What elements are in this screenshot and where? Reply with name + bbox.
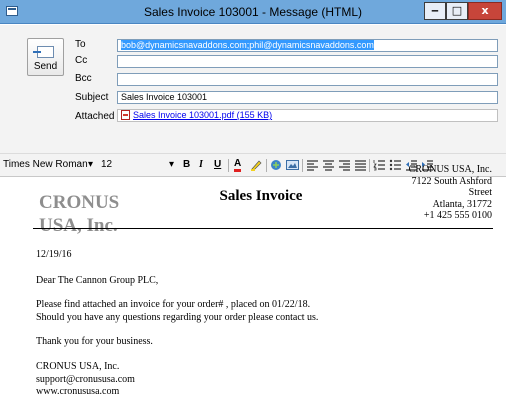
title-bar: Sales Invoice 103001 - Message (HTML) ‒ … [0, 0, 506, 24]
message-body[interactable]: CRONUS USA, Inc. Sales Invoice CRONUS US… [1, 164, 505, 400]
logo-line-2: USA, Inc. [39, 215, 118, 236]
toolbar-separator [228, 159, 229, 172]
invoice-title: Sales Invoice [219, 188, 303, 204]
company-address: CRONUS USA, Inc. 7122 South Ashford Stre… [332, 164, 492, 222]
signature-email: support@cronususa.com [36, 374, 135, 385]
greeting: Dear The Cannon Group PLC, [36, 275, 159, 286]
bcc-field[interactable] [117, 73, 498, 86]
address-line: +1 425 555 0100 [423, 210, 492, 221]
font-size-select[interactable]: 12 [101, 159, 112, 170]
hyperlink-icon[interactable] [270, 159, 283, 171]
send-label: Send [33, 61, 58, 72]
signature-website: www.cronususa.com [36, 386, 120, 397]
send-envelope-icon [33, 46, 54, 58]
invoice-date: 12/19/16 [36, 249, 72, 260]
address-line: CRONUS USA, Inc. [408, 164, 492, 175]
font-color-button[interactable]: A [234, 159, 242, 172]
italic-button[interactable]: I [199, 159, 203, 170]
cc-field[interactable] [117, 55, 498, 68]
body-paragraph-line: Should you have any questions regarding … [36, 312, 319, 323]
toolbar-separator [266, 159, 267, 172]
pdf-file-icon [121, 110, 130, 120]
font-size-dropdown-icon[interactable]: ▾ [169, 159, 174, 170]
address-line: Atlanta, 31772 [432, 198, 492, 210]
bold-button[interactable]: B [183, 159, 190, 170]
insert-picture-icon[interactable] [286, 159, 299, 171]
subject-field[interactable]: Sales Invoice 103001 [117, 91, 498, 104]
to-field[interactable]: bob@dynamicsnavaddons.com;phil@dynamicsn… [117, 39, 498, 52]
header-divider [33, 228, 493, 229]
send-button[interactable]: Send [27, 38, 64, 76]
signature-company: CRONUS USA, Inc. [36, 361, 120, 372]
attached-label: Attached [75, 111, 115, 122]
attachment-field[interactable]: Sales Invoice 103001.pdf (155 KB) [117, 109, 498, 122]
minimize-button[interactable]: ‒ [424, 2, 446, 20]
bcc-label: Bcc [75, 73, 92, 84]
font-name-select[interactable]: Times New Roman [3, 159, 88, 170]
company-logo: CRONUS USA, Inc. [39, 191, 169, 237]
close-button[interactable]: x [468, 2, 502, 20]
address-line: 7122 South Ashford [411, 175, 492, 187]
cc-label: Cc [75, 55, 88, 66]
thanks-line: Thank you for your business. [36, 336, 153, 347]
subject-label: Subject [75, 92, 109, 103]
highlighter-icon[interactable] [250, 159, 263, 171]
align-left-icon[interactable] [306, 159, 319, 171]
address-line: Street [468, 187, 492, 198]
attachment-link[interactable]: Sales Invoice 103001.pdf (155 KB) [133, 110, 272, 120]
to-value: bob@dynamicsnavaddons.com;phil@dynamicsn… [121, 40, 374, 50]
message-header: Send To bob@dynamicsnavaddons.com;phil@d… [0, 25, 506, 153]
toolbar-separator [302, 159, 303, 172]
underline-button[interactable]: U [214, 159, 221, 170]
maximize-button[interactable]: □ [446, 2, 468, 20]
font-name-dropdown-icon[interactable]: ▾ [88, 159, 93, 170]
body-paragraph-line: Please find attached an invoice for your… [36, 299, 311, 310]
logo-line-1: CRONUS [39, 192, 120, 213]
to-label: To [75, 39, 86, 50]
